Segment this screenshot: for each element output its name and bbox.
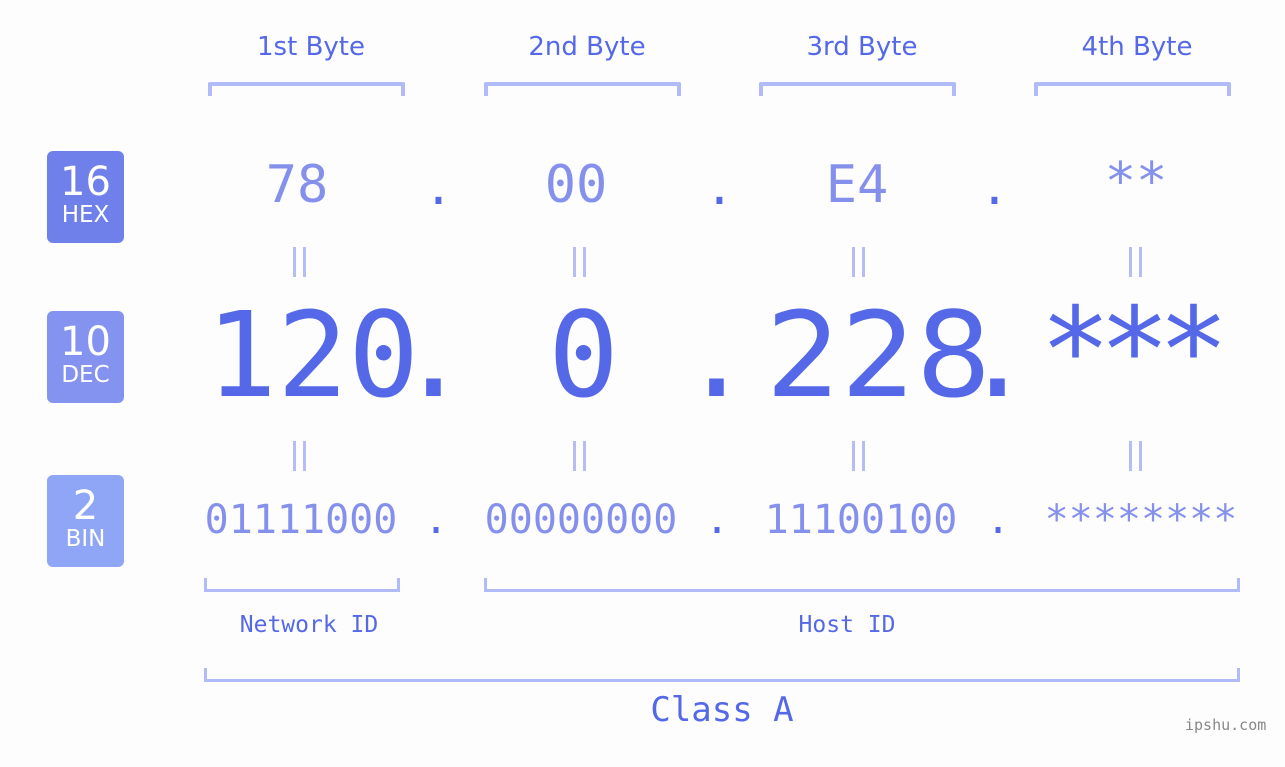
hex-dot-2: . [705,160,734,216]
dec-dot-1: . [398,286,470,424]
equals-icon [1126,247,1144,277]
hex-octet-4: ** [1104,152,1168,212]
badge-hex-label: HEX [61,202,110,228]
bin-octet-4: ******** [1044,497,1238,543]
dec-octet-4: *** [1046,281,1223,419]
byte-label-2: 2nd Byte [528,32,646,62]
equals-icon [570,247,588,277]
equals-icon [849,441,867,471]
byte-label-3: 3rd Byte [806,32,918,62]
host-id-bracket [484,578,1240,592]
equals-icon [290,441,308,471]
hex-dot-1: . [424,160,453,216]
byte-bracket-2 [484,82,681,96]
equals-icon [290,247,308,277]
badge-hex-number: 16 [60,159,111,205]
equals-icon [849,247,867,277]
dec-octet-2: 0 [548,286,620,424]
byte-bracket-1 [208,82,405,96]
class-bracket [204,668,1240,682]
byte-bracket-4 [1034,82,1231,96]
badge-bin-label: BIN [65,526,106,552]
byte-label-1: 1st Byte [257,32,365,62]
dec-dot-3: . [962,286,1034,424]
bin-octet-1: 01111000 [204,497,398,543]
bin-dot-2: . [705,497,730,543]
bin-dot-3: . [986,497,1011,543]
badge-hex: 16 HEX [47,151,124,243]
brand-watermark: ipshu.com [1185,716,1267,734]
class-label: Class A [650,690,794,730]
dec-octet-3: 228 [766,286,992,424]
badge-dec: 10 DEC [47,311,124,403]
hex-octet-3: E4 [825,155,889,215]
bin-octet-3: 11100100 [764,497,958,543]
network-id-bracket [204,578,400,592]
badge-dec-label: DEC [61,362,110,388]
bin-octet-2: 00000000 [484,497,678,543]
hex-dot-3: . [980,160,1009,216]
host-id-label: Host ID [798,612,896,638]
badge-bin-number: 2 [72,483,99,529]
hex-octet-1: 78 [265,155,329,215]
dec-dot-2: . [681,286,753,424]
bin-dot-1: . [424,497,449,543]
badge-dec-number: 10 [60,319,111,365]
byte-label-4: 4th Byte [1081,32,1193,62]
byte-bracket-3 [759,82,956,96]
equals-icon [1126,441,1144,471]
badge-bin: 2 BIN [47,475,124,567]
network-id-label: Network ID [239,612,379,638]
dec-octet-1: 120 [206,286,420,424]
equals-icon [570,441,588,471]
hex-octet-2: 00 [544,155,608,215]
